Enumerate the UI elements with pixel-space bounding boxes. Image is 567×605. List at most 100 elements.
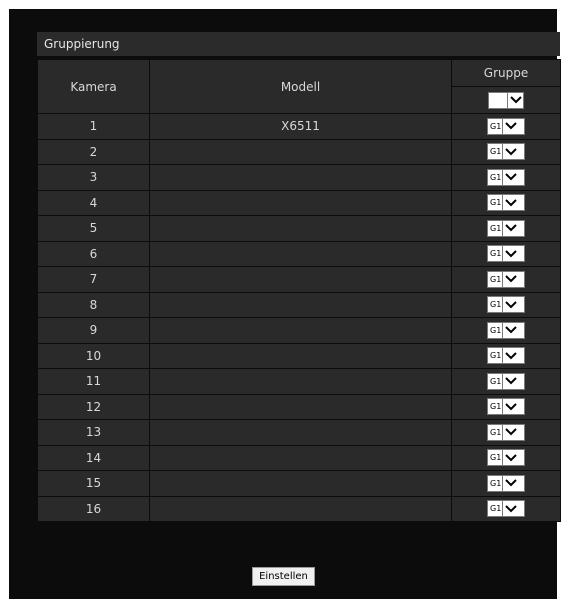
- camera-model: [149, 470, 452, 497]
- camera-model: [149, 215, 452, 242]
- chevron-down-icon: [502, 399, 518, 415]
- chevron-down-icon: [502, 373, 518, 389]
- group-select[interactable]: G1: [487, 347, 525, 365]
- table-row: 10 G1: [37, 342, 561, 369]
- chevron-down-icon: [502, 118, 518, 134]
- chevron-down-icon: [502, 322, 518, 338]
- panel-title: Gruppierung: [37, 32, 560, 56]
- table-row: 13 G1: [37, 419, 561, 446]
- group-cell: G1: [451, 266, 561, 293]
- submit-button[interactable]: Einstellen: [252, 567, 315, 586]
- chevron-down-icon: [502, 246, 518, 262]
- group-select[interactable]: G1: [487, 296, 525, 314]
- camera-model: [149, 240, 452, 267]
- chevron-down-icon: [507, 92, 523, 108]
- group-select[interactable]: G1: [487, 449, 525, 467]
- group-all-cell: [451, 86, 561, 114]
- group-select[interactable]: G1: [487, 474, 525, 492]
- column-header-group: Gruppe: [451, 59, 561, 87]
- camera-number: 1: [37, 113, 150, 140]
- camera-number: 8: [37, 291, 150, 318]
- group-cell: G1: [451, 189, 561, 216]
- table-row: 7 G1: [37, 266, 561, 293]
- camera-model: [149, 444, 452, 471]
- group-select-value: G1: [490, 478, 502, 488]
- group-select[interactable]: G1: [487, 500, 525, 518]
- chevron-down-icon: [502, 195, 518, 211]
- chevron-down-icon: [502, 144, 518, 160]
- table-row: 12 G1: [37, 393, 561, 420]
- group-cell: G1: [451, 164, 561, 191]
- group-cell: G1: [451, 495, 561, 522]
- camera-model: [149, 164, 452, 191]
- camera-number: 15: [37, 470, 150, 497]
- group-select[interactable]: G1: [487, 194, 525, 212]
- camera-model: [149, 368, 452, 395]
- group-select-value: G1: [490, 453, 502, 463]
- table-row: 2 G1: [37, 138, 561, 165]
- camera-number: 14: [37, 444, 150, 471]
- group-select-value: G1: [490, 274, 502, 284]
- group-cell: G1: [451, 368, 561, 395]
- column-header-camera: Kamera: [37, 59, 150, 114]
- group-select-value: G1: [490, 325, 502, 335]
- table-row: 4 G1: [37, 189, 561, 216]
- group-select-value: G1: [490, 198, 502, 208]
- group-select[interactable]: G1: [487, 117, 525, 135]
- group-cell: G1: [451, 113, 561, 140]
- group-select-value: G1: [490, 402, 502, 412]
- group-select[interactable]: G1: [487, 143, 525, 161]
- camera-number: 2: [37, 138, 150, 165]
- camera-number: 12: [37, 393, 150, 420]
- camera-model: [149, 138, 452, 165]
- camera-number: 13: [37, 419, 150, 446]
- table-row: 16 G1: [37, 495, 561, 522]
- group-select[interactable]: G1: [487, 398, 525, 416]
- group-select[interactable]: G1: [487, 321, 525, 339]
- camera-model: [149, 266, 452, 293]
- group-select[interactable]: G1: [487, 372, 525, 390]
- chevron-down-icon: [502, 297, 518, 313]
- group-cell: G1: [451, 470, 561, 497]
- group-cell: G1: [451, 419, 561, 446]
- group-select-value: G1: [490, 121, 502, 131]
- group-select[interactable]: G1: [487, 219, 525, 237]
- chevron-down-icon: [502, 424, 518, 440]
- camera-model: X6511: [149, 113, 452, 140]
- group-cell: G1: [451, 444, 561, 471]
- table-row: 15 G1: [37, 470, 561, 497]
- group-select-value: G1: [490, 172, 502, 182]
- chevron-down-icon: [502, 348, 518, 364]
- camera-model: [149, 317, 452, 344]
- group-select-value: G1: [490, 300, 502, 310]
- group-select[interactable]: G1: [487, 423, 525, 441]
- group-cell: G1: [451, 291, 561, 318]
- table-row: 6 G1: [37, 240, 561, 267]
- group-cell: G1: [451, 393, 561, 420]
- table-row: 5 G1: [37, 215, 561, 242]
- chevron-down-icon: [502, 501, 518, 517]
- camera-number: 10: [37, 342, 150, 369]
- camera-number: 9: [37, 317, 150, 344]
- group-cell: G1: [451, 138, 561, 165]
- group-cell: G1: [451, 317, 561, 344]
- camera-number: 16: [37, 495, 150, 522]
- table-row: 3 G1: [37, 164, 561, 191]
- group-select-value: G1: [490, 249, 502, 259]
- chevron-down-icon: [502, 450, 518, 466]
- camera-model: [149, 189, 452, 216]
- table-row: 1 X6511 G1: [37, 113, 561, 140]
- group-select-value: G1: [490, 504, 502, 514]
- camera-model: [149, 342, 452, 369]
- group-select-value: G1: [490, 376, 502, 386]
- group-select[interactable]: G1: [487, 270, 525, 288]
- chevron-down-icon: [502, 169, 518, 185]
- table-row: 9 G1: [37, 317, 561, 344]
- chevron-down-icon: [502, 271, 518, 287]
- group-select[interactable]: G1: [487, 245, 525, 263]
- group-select[interactable]: G1: [487, 168, 525, 186]
- group-select-value: G1: [490, 351, 502, 361]
- chevron-down-icon: [502, 475, 518, 491]
- group-all-select[interactable]: [488, 91, 524, 109]
- group-select-value: G1: [490, 147, 502, 157]
